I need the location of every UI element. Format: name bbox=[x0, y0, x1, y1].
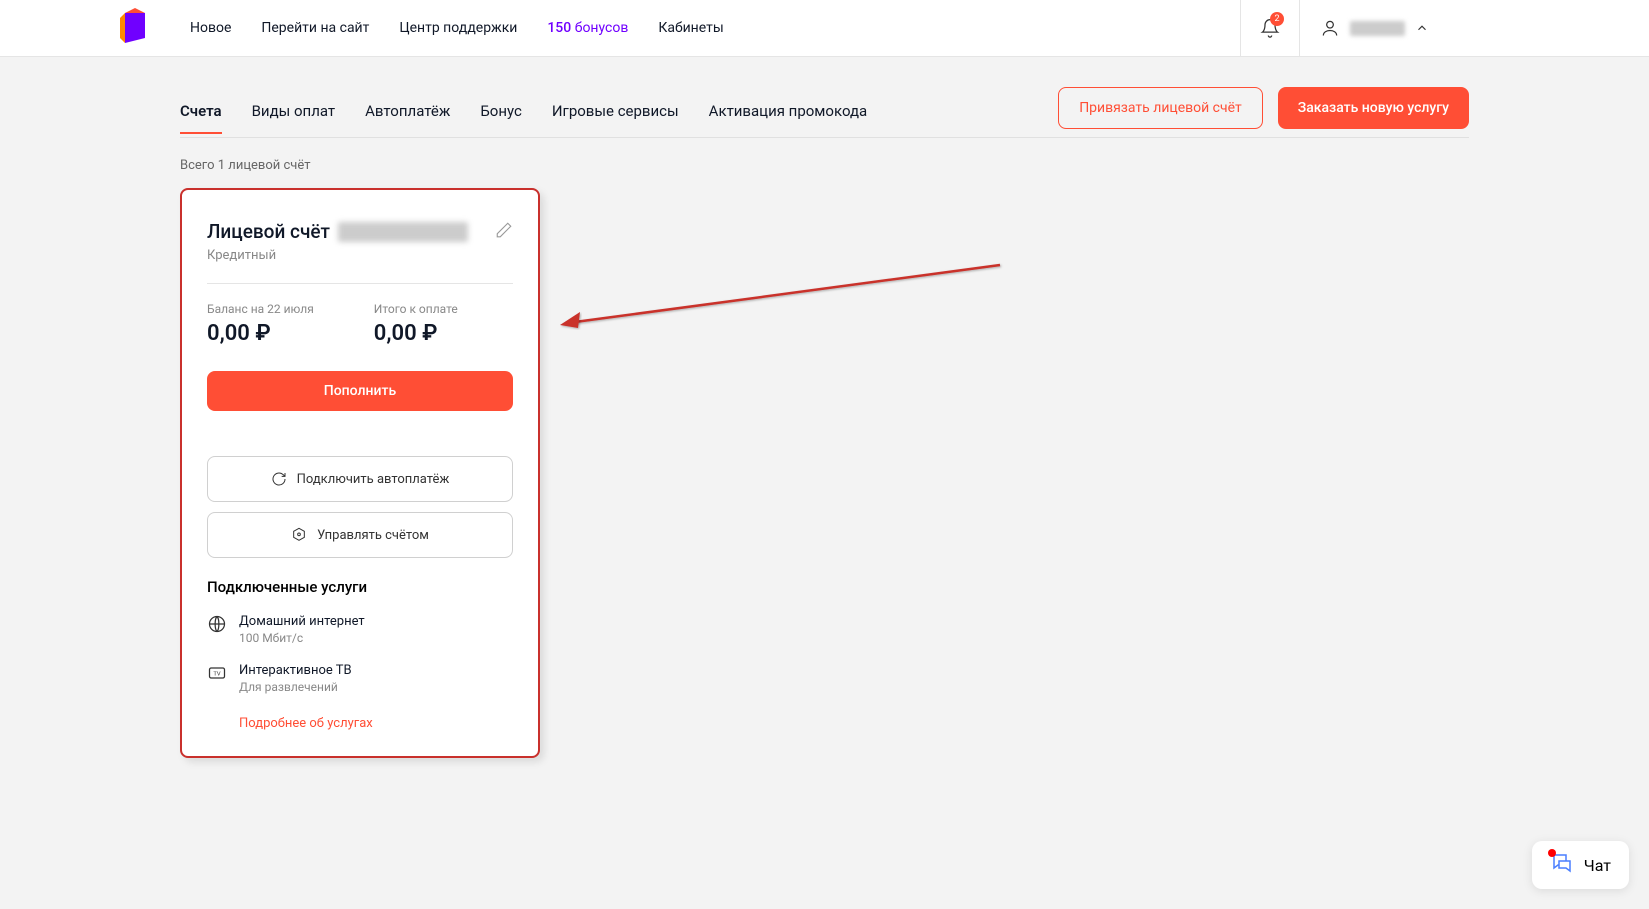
pencil-icon bbox=[495, 221, 513, 239]
chat-widget[interactable]: Чат bbox=[1532, 841, 1629, 889]
edit-button[interactable] bbox=[495, 221, 513, 243]
link-account-button[interactable]: Привязать лицевой счёт bbox=[1058, 87, 1263, 129]
tab-autopay[interactable]: Автоплатёж bbox=[365, 90, 450, 134]
card-title-row: Лицевой счёт bbox=[207, 220, 513, 243]
service-detail: Для развлечений bbox=[239, 680, 352, 694]
nav-bonus[interactable]: 150 бонусов bbox=[547, 20, 628, 36]
service-detail: 100 Мбит/с bbox=[239, 631, 365, 645]
notif-badge: 2 bbox=[1270, 12, 1284, 26]
more-services-link[interactable]: Подробнее об услугах bbox=[239, 716, 373, 731]
card-type: Кредитный bbox=[207, 248, 513, 263]
person-icon bbox=[1320, 18, 1340, 38]
user-menu[interactable] bbox=[1320, 18, 1429, 38]
action-buttons: Привязать лицевой счёт Заказать новую ус… bbox=[1058, 87, 1469, 129]
manage-label: Управлять счётом bbox=[317, 528, 429, 543]
account-summary: Всего 1 лицевой счёт bbox=[180, 158, 1469, 173]
card-title: Лицевой счёт bbox=[207, 220, 330, 243]
total-label: Итого к оплате bbox=[374, 302, 458, 316]
autopay-label: Подключить автоплатёж bbox=[297, 472, 450, 487]
balance-block: Баланс на 22 июля 0,00 ₽ bbox=[207, 302, 314, 346]
subnav: Счета Виды оплат Автоплатёж Бонус Игровы… bbox=[180, 87, 1469, 138]
tv-icon: TV bbox=[207, 663, 227, 683]
svg-text:TV: TV bbox=[213, 672, 221, 678]
chat-notification-dot bbox=[1548, 849, 1556, 857]
tabs: Счета Виды оплат Автоплатёж Бонус Игровы… bbox=[180, 90, 1058, 134]
service-name: Интерактивное ТВ bbox=[239, 663, 352, 678]
chevron-up-icon bbox=[1415, 21, 1429, 35]
balance-label: Баланс на 22 июля bbox=[207, 302, 314, 316]
user-name-blurred bbox=[1350, 21, 1405, 36]
account-number-blurred bbox=[338, 222, 468, 242]
hexagon-icon bbox=[291, 527, 307, 543]
chat-icon-wrap bbox=[1550, 851, 1574, 879]
balance-row: Баланс на 22 июля 0,00 ₽ Итого к оплате … bbox=[207, 302, 513, 346]
tab-payment-types[interactable]: Виды оплат bbox=[252, 90, 336, 134]
manage-button[interactable]: Управлять счётом bbox=[207, 512, 513, 558]
refresh-icon bbox=[271, 471, 287, 487]
tab-bonus[interactable]: Бонус bbox=[480, 90, 522, 134]
services-title: Подключенные услуги bbox=[207, 578, 513, 596]
tab-accounts[interactable]: Счета bbox=[180, 90, 222, 134]
tab-promo[interactable]: Активация промокода bbox=[709, 90, 868, 134]
balance-value: 0,00 ₽ bbox=[207, 321, 314, 346]
service-internet: Домашний интернет 100 Мбит/с bbox=[207, 614, 513, 645]
notifications-button[interactable]: 2 bbox=[1240, 0, 1300, 57]
autopay-button[interactable]: Подключить автоплатёж bbox=[207, 456, 513, 502]
nav-support[interactable]: Центр поддержки bbox=[399, 20, 517, 36]
header-right: 2 bbox=[1240, 0, 1629, 57]
main-nav: Новое Перейти на сайт Центр поддержки 15… bbox=[190, 20, 1240, 36]
logo[interactable] bbox=[120, 8, 150, 48]
order-service-button[interactable]: Заказать новую услугу bbox=[1278, 87, 1469, 129]
arrow-annotation bbox=[560, 260, 1010, 340]
divider bbox=[207, 283, 513, 284]
tab-game-services[interactable]: Игровые сервисы bbox=[552, 90, 679, 134]
content: Всего 1 лицевой счёт Лицевой счёт Кредит… bbox=[0, 138, 1649, 778]
bonus-count: 150 bbox=[547, 20, 571, 36]
service-name: Домашний интернет bbox=[239, 614, 365, 629]
top-up-button[interactable]: Пополнить bbox=[207, 371, 513, 411]
globe-icon bbox=[207, 614, 227, 634]
bonus-text: бонусов bbox=[575, 20, 629, 36]
account-card: Лицевой счёт Кредитный Баланс на 22 июля… bbox=[180, 188, 540, 758]
total-value: 0,00 ₽ bbox=[374, 321, 458, 346]
total-block: Итого к оплате 0,00 ₽ bbox=[374, 302, 458, 346]
nav-website[interactable]: Перейти на сайт bbox=[261, 20, 369, 36]
nav-new[interactable]: Новое bbox=[190, 20, 231, 36]
main-header: Новое Перейти на сайт Центр поддержки 15… bbox=[0, 0, 1649, 57]
chat-label: Чат bbox=[1584, 856, 1611, 875]
service-tv: TV Интерактивное ТВ Для развлечений bbox=[207, 663, 513, 694]
nav-cabinets[interactable]: Кабинеты bbox=[658, 20, 723, 36]
subnav-container: Счета Виды оплат Автоплатёж Бонус Игровы… bbox=[0, 57, 1649, 138]
